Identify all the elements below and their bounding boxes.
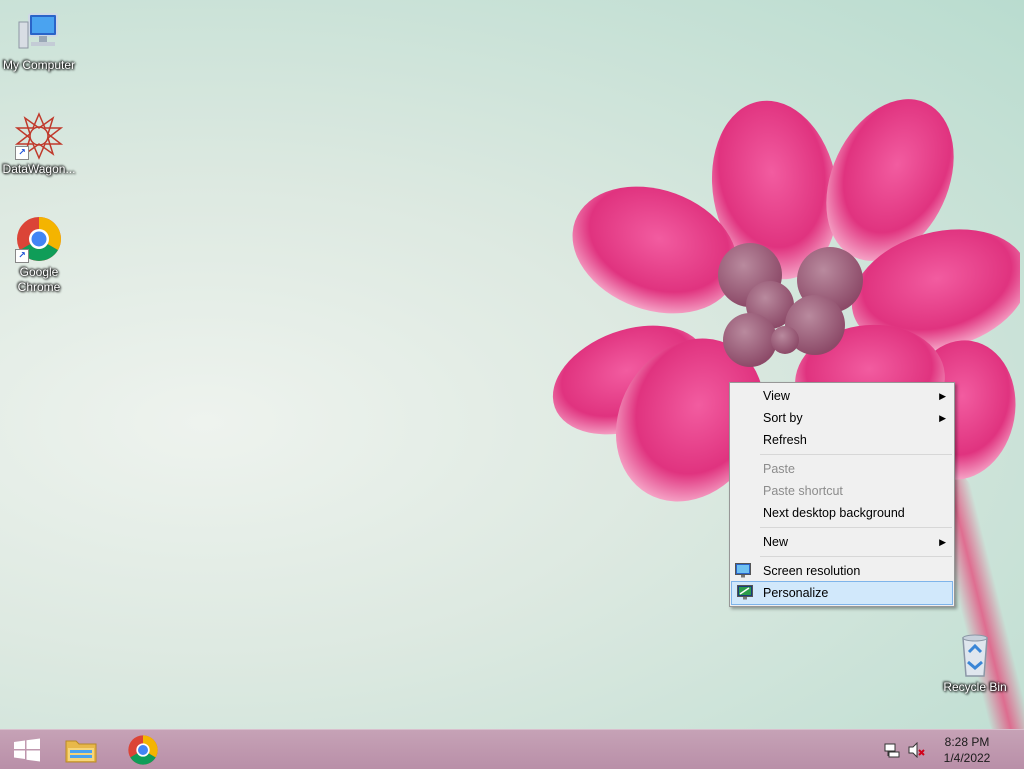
network-icon[interactable] (884, 742, 900, 758)
submenu-arrow-icon: ▶ (939, 537, 946, 547)
clock-date: 1/4/2022 (943, 751, 991, 765)
desktop-context-menu: View ▶ Sort by ▶ Refresh Paste Paste sho… (729, 382, 955, 607)
menu-item-label: Screen resolution (763, 564, 861, 578)
taskbar: 8:28 PM 1/4/2022 (0, 729, 1024, 769)
desktop-icon-label: Recycle Bin (943, 680, 1007, 694)
menu-item-refresh[interactable]: Refresh (730, 429, 954, 451)
menu-separator (760, 527, 952, 528)
menu-item-screen-resolution[interactable]: Screen resolution (730, 560, 954, 582)
menu-item-new[interactable]: New ▶ (730, 531, 954, 553)
menu-item-label: Paste shortcut (763, 484, 843, 498)
menu-item-label: New (763, 535, 789, 549)
desktop-icon-recycle-bin[interactable]: Recycle Bin (936, 630, 1014, 695)
monitor-icon (735, 563, 751, 578)
start-icon (14, 738, 40, 761)
menu-item-paste: Paste (730, 458, 954, 480)
menu-item-label: Next desktop background (763, 506, 905, 520)
submenu-arrow-icon: ▶ (939, 391, 946, 401)
start-button[interactable] (0, 730, 54, 769)
menu-item-label: Sort by (763, 411, 803, 425)
taskbar-chrome[interactable] (116, 730, 170, 769)
menu-item-next-desktop-background[interactable]: Next desktop background (730, 502, 954, 524)
menu-item-sort-by[interactable]: Sort by ▶ (730, 407, 954, 429)
desktop[interactable]: My Computer ↗ DataWagon... ↗ Google Chro… (0, 0, 1024, 729)
shortcut-arrow-icon: ↗ (15, 249, 29, 263)
datawagon-icon: ↗ (14, 112, 64, 160)
volume-muted-icon[interactable] (908, 742, 926, 758)
computer-icon (15, 8, 63, 56)
shortcut-arrow-icon: ↗ (15, 146, 29, 160)
menu-item-personalize[interactable]: Personalize (731, 581, 953, 605)
taskbar-clock[interactable]: 8:28 PM 1/4/2022 (932, 734, 1002, 766)
personalize-icon (737, 585, 753, 600)
menu-item-label: Paste (763, 462, 795, 476)
submenu-arrow-icon: ▶ (939, 413, 946, 423)
clock-time: 8:28 PM (944, 735, 990, 749)
desktop-icon-label: My Computer (2, 58, 76, 72)
desktop-icon-google-chrome[interactable]: ↗ Google Chrome (0, 215, 78, 295)
file-explorer-icon (65, 740, 97, 762)
menu-item-label: Refresh (763, 433, 807, 447)
menu-separator (760, 454, 952, 455)
desktop-icon-my-computer[interactable]: My Computer (0, 8, 78, 73)
recycle-bin-icon (951, 630, 999, 678)
system-tray: 8:28 PM 1/4/2022 (884, 730, 1024, 769)
menu-separator (760, 556, 952, 557)
desktop-icon-datawagon[interactable]: ↗ DataWagon... (0, 112, 78, 177)
taskbar-file-explorer[interactable] (54, 730, 108, 769)
desktop-icon-label: DataWagon... (2, 162, 76, 176)
chrome-icon: ↗ (15, 215, 63, 263)
chrome-icon (128, 734, 158, 765)
menu-item-label: Personalize (763, 586, 829, 600)
menu-item-label: View (763, 389, 790, 403)
desktop-icon-label: Google Chrome (17, 265, 61, 294)
menu-item-paste-shortcut: Paste shortcut (730, 480, 954, 502)
menu-item-view[interactable]: View ▶ (730, 385, 954, 407)
